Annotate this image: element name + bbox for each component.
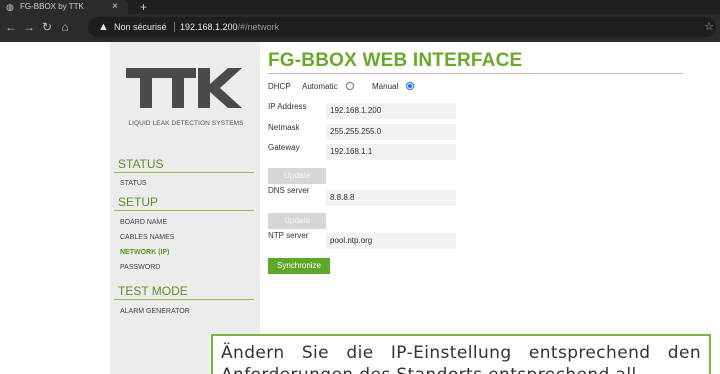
address-bar[interactable]: ▲ Non sécurisé 192.168.1.200/#/network ☆ <box>88 17 716 37</box>
browser-toolbar: ← → ↻ ⌂ ▲ Non sécurisé 192.168.1.200/#/n… <box>0 14 720 42</box>
url-text[interactable]: 192.168.1.200/#/network <box>180 21 279 33</box>
home-icon[interactable]: ⌂ <box>58 20 72 34</box>
dhcp-manual-label: Manual <box>372 82 399 91</box>
synchronize-button[interactable]: Synchronize <box>268 258 330 274</box>
ttk-logo <box>126 68 242 108</box>
dns-server-label: DNS server <box>268 186 310 195</box>
ntp-server-field[interactable]: pool.ntp.org <box>326 233 456 249</box>
sidebar: LIQUID LEAK DETECTION SYSTEMS STATUS STA… <box>110 42 260 374</box>
forward-arrow-icon[interactable]: → <box>22 20 36 34</box>
section-test-mode: TEST MODE <box>114 283 254 300</box>
address-separator <box>174 22 175 32</box>
page-title: FG-BBOX WEB INTERFACE <box>268 50 523 71</box>
tab-title: FG-BBOX by TTK <box>20 2 84 11</box>
favicon-icon: ◍ <box>6 2 14 12</box>
bookmark-star-icon[interactable]: ☆ <box>704 20 714 34</box>
new-tab-button[interactable]: + <box>140 0 147 14</box>
gateway-field[interactable]: 192.168.1.1 <box>326 144 456 160</box>
dhcp-automatic-radio[interactable] <box>346 82 354 90</box>
caption-text: Ändern Sie die IP-Einstellung entspreche… <box>221 343 701 374</box>
close-tab-icon[interactable]: × <box>112 1 118 13</box>
sidebar-item-board-name[interactable]: BOARD NAME <box>120 217 250 229</box>
ntp-server-label: NTP server <box>268 231 309 240</box>
browser-tab[interactable]: ◍ FG-BBOX by TTK × <box>0 0 128 14</box>
ip-address-label: IP Address <box>268 102 307 111</box>
update-dns-button[interactable]: Update <box>268 213 326 229</box>
warning-icon[interactable]: ▲ <box>98 20 109 34</box>
url-host: 192.168.1.200 <box>180 22 238 32</box>
netmask-field[interactable]: 255.255.255.0 <box>326 124 456 140</box>
dhcp-label: DHCP <box>268 82 291 91</box>
gateway-label: Gateway <box>268 143 300 152</box>
sidebar-item-password[interactable]: PASSWORD <box>120 262 250 274</box>
sidebar-item-cables-names[interactable]: CABLES NAMES <box>120 232 250 244</box>
instruction-caption: Ändern Sie die IP-Einstellung entspreche… <box>211 334 711 374</box>
update-network-button[interactable]: Update <box>268 168 326 184</box>
dhcp-manual-radio[interactable] <box>406 82 414 90</box>
ip-address-field[interactable]: 192.168.1.200 <box>326 103 456 119</box>
back-arrow-icon[interactable]: ← <box>4 20 18 34</box>
sidebar-item-status[interactable]: STATUS <box>120 178 250 190</box>
netmask-label: Netmask <box>268 123 300 132</box>
main-content: FG-BBOX WEB INTERFACE DHCP Automatic Man… <box>268 42 720 374</box>
browser-tab-strip: ◍ FG-BBOX by TTK × + <box>0 0 720 14</box>
sidebar-item-network-ip[interactable]: NETWORK (IP) <box>120 247 250 259</box>
reload-icon[interactable]: ↻ <box>40 20 54 34</box>
section-setup: SETUP <box>114 194 254 211</box>
logo-tagline: LIQUID LEAK DETECTION SYSTEMS <box>128 120 244 127</box>
dns-server-field[interactable]: 8.8.8.8 <box>326 190 456 206</box>
sidebar-item-alarm-generator[interactable]: ALARM GENERATOR <box>120 306 250 318</box>
title-divider <box>268 73 683 74</box>
url-path: /#/network <box>237 22 280 32</box>
security-label[interactable]: Non sécurisé <box>114 21 167 33</box>
dhcp-automatic-label: Automatic <box>302 82 338 91</box>
section-status: STATUS <box>114 156 254 173</box>
